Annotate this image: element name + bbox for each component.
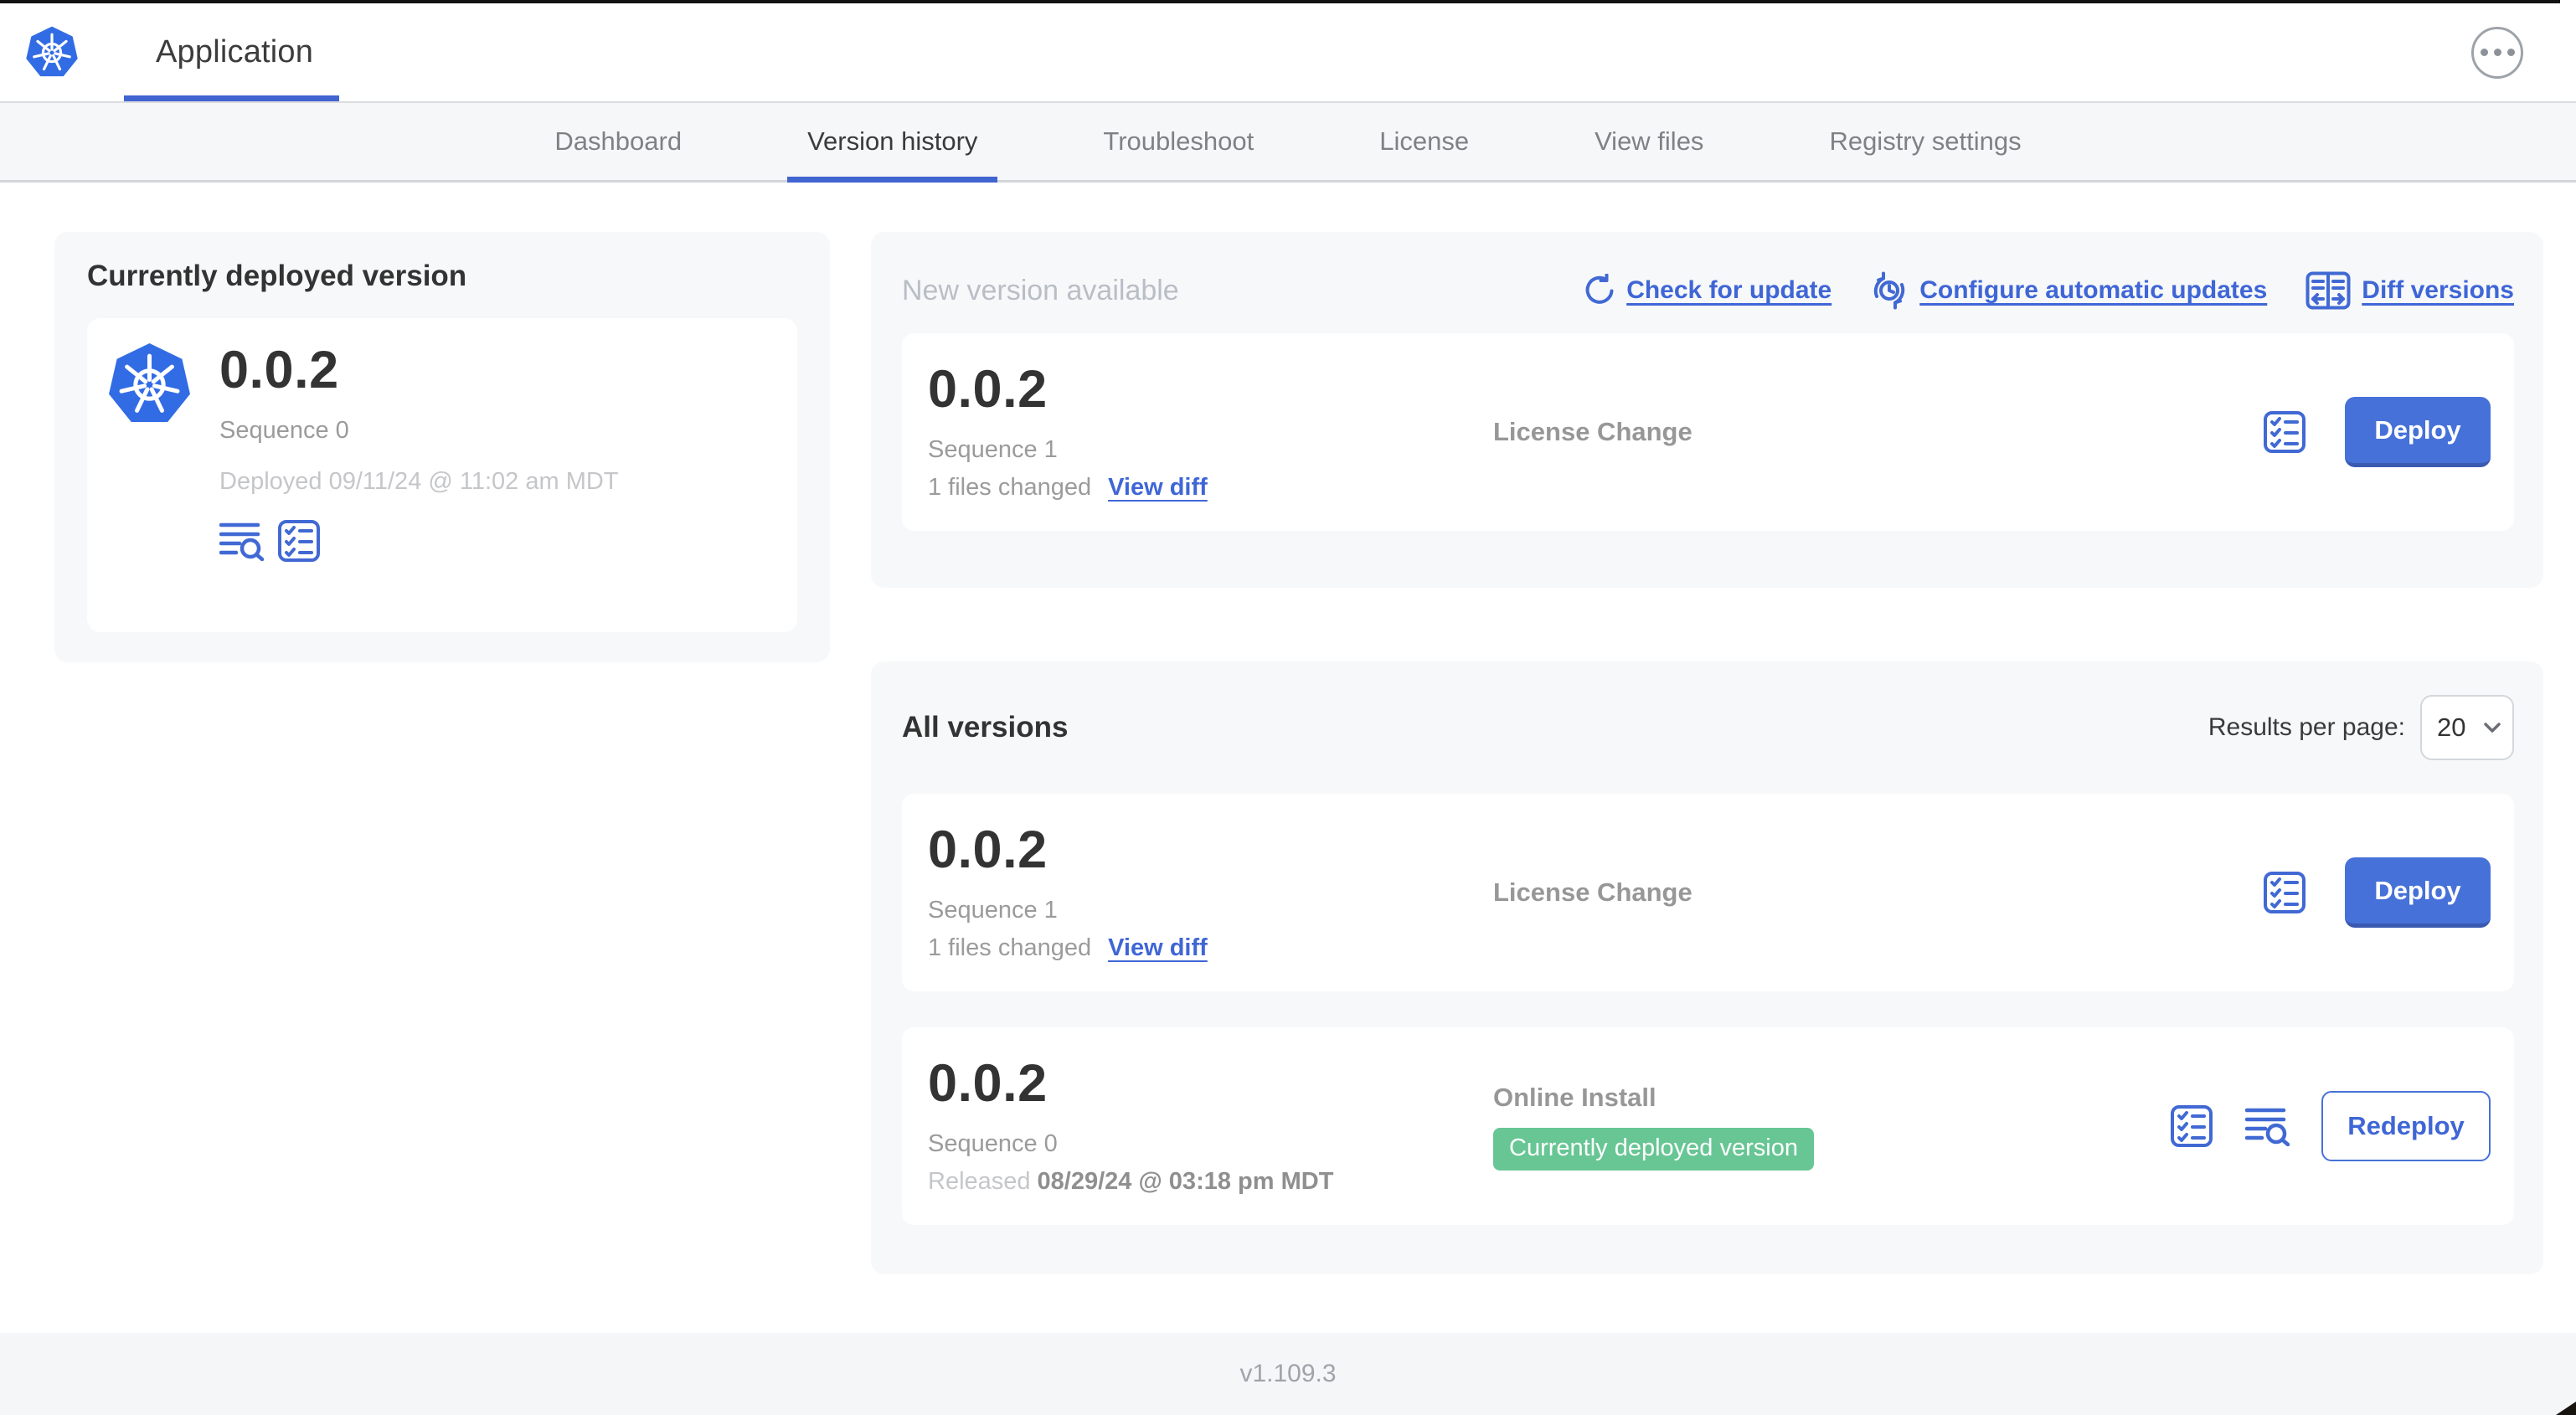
version-sequence: Sequence 1 xyxy=(928,435,1058,463)
view-diff-link[interactable]: View diff xyxy=(1108,474,1208,502)
deploy-button[interactable]: Deploy xyxy=(2345,857,2491,928)
kubernetes-logo-icon xyxy=(25,24,79,78)
version-row: 0.0.2 Sequence 0 Released 08/29/24 @ 03:1… xyxy=(902,1027,2514,1225)
checklist-icon xyxy=(2264,411,2306,453)
check-for-update-link[interactable]: Check for update xyxy=(1582,274,1832,307)
tab-view-files[interactable]: View files xyxy=(1574,103,1723,180)
new-version-row: 0.0.2 Sequence 1 1 files changed View di… xyxy=(902,333,2514,531)
diff-icon xyxy=(2306,271,2351,310)
main-content: Currently deployed version 0.0.2 Sequenc… xyxy=(0,183,2576,1274)
results-per-page-select[interactable]: 20 xyxy=(2420,695,2514,760)
checklist-icon xyxy=(278,520,320,562)
kubernetes-logo-icon xyxy=(107,342,192,427)
preflight-checks-button[interactable] xyxy=(2263,871,2306,914)
tab-license[interactable]: License xyxy=(1359,103,1489,180)
version-number: 0.0.2 xyxy=(928,820,1048,879)
version-row: 0.0.2 Sequence 1 1 files changed View di… xyxy=(902,794,2514,991)
currently-deployed-title: Currently deployed version xyxy=(87,260,467,292)
logs-icon xyxy=(2245,1106,2290,1146)
files-changed-label: 1 files changed xyxy=(928,934,1092,961)
app-tab-underline xyxy=(124,95,339,101)
admin-console-version: v1.109.3 xyxy=(1239,1360,1337,1387)
deployed-sequence: Sequence 0 xyxy=(219,417,349,444)
preflight-checks-button[interactable] xyxy=(2263,410,2306,454)
currently-deployed-version-card: 0.0.2 Sequence 0 Deployed 09/11/24 @ 11:… xyxy=(87,318,797,632)
more-options-button[interactable] xyxy=(2471,26,2523,79)
auto-update-clock-icon xyxy=(1873,271,1905,310)
all-versions-title: All versions xyxy=(902,711,1069,744)
preflight-checks-button[interactable] xyxy=(277,519,321,563)
version-sequence: Sequence 1 xyxy=(928,896,1058,924)
currently-deployed-badge: Currently deployed version xyxy=(1493,1127,1814,1171)
tab-version-history[interactable]: Version history xyxy=(787,103,998,183)
results-per-page-label: Results per page: xyxy=(2208,713,2405,741)
tab-dashboard[interactable]: Dashboard xyxy=(534,103,702,180)
configure-automatic-updates-link[interactable]: Configure automatic updates xyxy=(1870,271,2267,310)
refresh-icon xyxy=(1585,274,1614,304)
checklist-icon xyxy=(2264,872,2306,913)
version-source-label: Online Install xyxy=(1493,1082,1656,1112)
deployed-timestamp: Deployed 09/11/24 @ 11:02 am MDT xyxy=(219,468,619,495)
view-logs-button[interactable] xyxy=(2245,1106,2290,1146)
app-header: Application xyxy=(0,3,2576,101)
released-timestamp: Released 08/29/24 @ 03:18 pm MDT xyxy=(928,1167,1334,1195)
nav-tab-bar: Dashboard Version history Troubleshoot L… xyxy=(0,101,2576,183)
version-number: 0.0.2 xyxy=(928,359,1048,419)
redeploy-button[interactable]: Redeploy xyxy=(2321,1091,2491,1161)
version-sequence: Sequence 0 xyxy=(928,1129,1058,1157)
tab-registry-settings[interactable]: Registry settings xyxy=(1809,103,2041,180)
version-source-label: License Change xyxy=(1493,877,1692,907)
app-footer: v1.109.3 xyxy=(0,1333,2576,1415)
preflight-checks-button[interactable] xyxy=(2170,1104,2213,1148)
version-source-label: License Change xyxy=(1493,417,1692,446)
view-diff-link[interactable]: View diff xyxy=(1108,934,1208,962)
deployed-version-number: 0.0.2 xyxy=(219,341,339,399)
all-versions-card: All versions Results per page: 20 0.0.2 … xyxy=(871,661,2543,1274)
logs-icon xyxy=(219,521,264,561)
files-changed-label: 1 files changed xyxy=(928,473,1092,501)
checklist-icon xyxy=(2171,1105,2213,1147)
tab-troubleshoot[interactable]: Troubleshoot xyxy=(1083,103,1274,180)
ellipsis-icon xyxy=(2480,49,2488,56)
new-version-card: New version available Check for update C… xyxy=(871,232,2543,588)
deploy-button[interactable]: Deploy xyxy=(2345,397,2491,467)
version-number: 0.0.2 xyxy=(928,1053,1048,1113)
new-version-title: New version available xyxy=(902,274,1179,306)
app-title-tab[interactable]: Application xyxy=(156,34,313,70)
view-logs-button[interactable] xyxy=(219,521,264,561)
cursor-artifact xyxy=(2556,1402,2576,1415)
chevron-down-icon xyxy=(2484,723,2501,733)
diff-versions-link[interactable]: Diff versions xyxy=(2306,271,2514,310)
currently-deployed-card: Currently deployed version 0.0.2 Sequenc… xyxy=(54,232,830,662)
